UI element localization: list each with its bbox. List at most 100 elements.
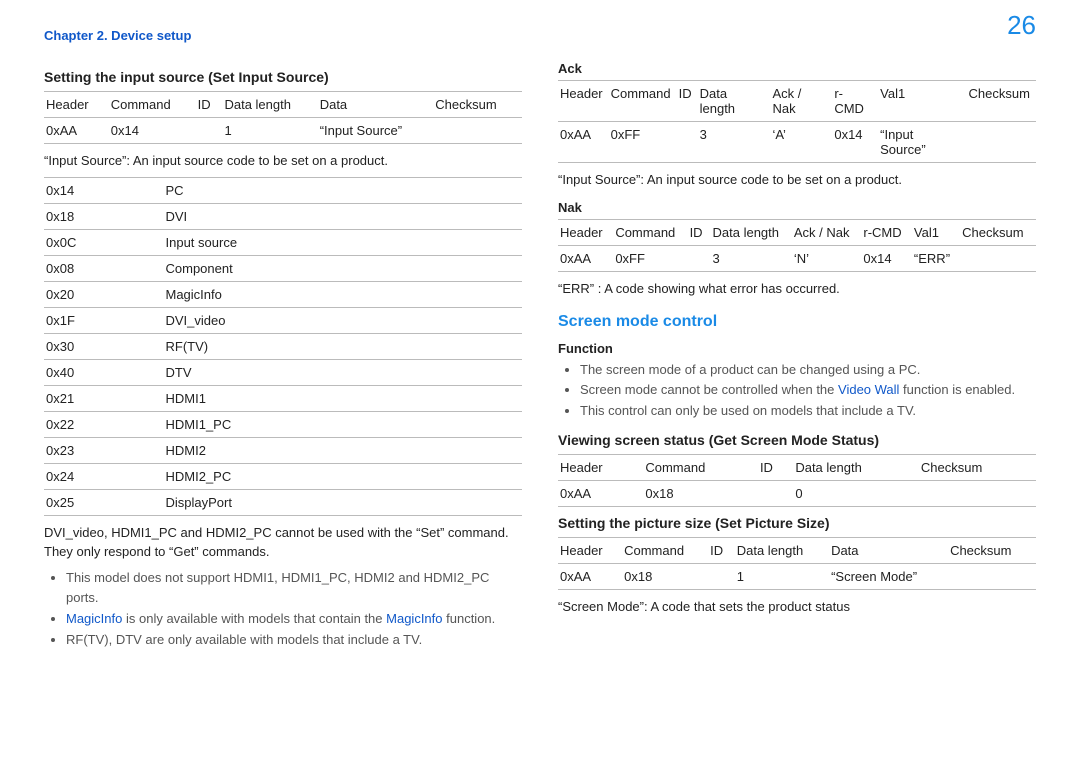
screen-mode-control-title: Screen mode control: [558, 313, 1036, 331]
magicinfo-link[interactable]: MagicInfo: [66, 611, 122, 626]
td: “Input Source”: [318, 118, 434, 144]
th: Checksum: [960, 219, 1036, 245]
note-text: “Screen Mode”: A code that sets the prod…: [558, 598, 1036, 617]
note-text: “Input Source”: An input source code to …: [44, 152, 522, 171]
text: is only available with models that conta…: [122, 611, 386, 626]
th: Val1: [912, 219, 960, 245]
page: 26 Chapter 2. Device setup Setting the i…: [0, 0, 1080, 763]
td: 0: [793, 481, 919, 507]
th: Data length: [711, 219, 792, 245]
get-screen-mode-table: Header Command ID Data length Checksum 0…: [558, 454, 1036, 507]
td: [433, 118, 522, 144]
th: ID: [758, 455, 793, 481]
note-text: “Input Source”: An input source code to …: [558, 171, 1036, 190]
code-label: MagicInfo: [164, 281, 523, 307]
th: r-CMD: [861, 219, 912, 245]
td: [688, 245, 711, 271]
th: Header: [558, 455, 643, 481]
td: [758, 481, 793, 507]
code-label: HDMI2: [164, 437, 523, 463]
td: [919, 481, 1036, 507]
td: 3: [711, 245, 792, 271]
section-title: Setting the picture size (Set Picture Si…: [558, 515, 1036, 531]
code-label: DVI: [164, 203, 523, 229]
td: [196, 118, 223, 144]
th: Checksum: [948, 538, 1036, 564]
td: 1: [222, 118, 317, 144]
list-item: This model does not support HDMI1, HDMI1…: [66, 568, 522, 610]
code-value: 0x23: [44, 437, 164, 463]
video-wall-link[interactable]: Video Wall: [838, 382, 899, 397]
set-picture-size-table: Header Command ID Data length Data Check…: [558, 537, 1036, 590]
th: Ack / Nak: [792, 219, 862, 245]
list-item: Screen mode cannot be controlled when th…: [580, 380, 1036, 401]
note-text: DVI_video, HDMI1_PC and HDMI2_PC cannot …: [44, 524, 522, 562]
th: Header: [558, 219, 613, 245]
input-source-codes-table: 0x14PC0x18DVI0x0CInput source0x08Compone…: [44, 177, 522, 516]
td: 0x14: [861, 245, 912, 271]
td: 1: [735, 564, 829, 590]
text: function.: [443, 611, 496, 626]
td: [677, 122, 698, 163]
td: 0x14: [832, 122, 878, 163]
td: 0xFF: [609, 122, 677, 163]
td: 0xAA: [558, 122, 609, 163]
th: Ack / Nak: [770, 81, 832, 122]
code-label: DVI_video: [164, 307, 523, 333]
code-label: PC: [164, 177, 523, 203]
th: Val1: [878, 81, 966, 122]
td: 3: [698, 122, 771, 163]
text: function is enabled.: [899, 382, 1015, 397]
code-value: 0x30: [44, 333, 164, 359]
code-value: 0x25: [44, 489, 164, 515]
td: 0xAA: [558, 564, 622, 590]
list-item: This control can only be used on models …: [580, 401, 1036, 422]
th: Command: [609, 81, 677, 122]
magicinfo-link[interactable]: MagicInfo: [386, 611, 442, 626]
code-value: 0x08: [44, 255, 164, 281]
th: Checksum: [919, 455, 1036, 481]
code-value: 0x14: [44, 177, 164, 203]
code-label: DisplayPort: [164, 489, 523, 515]
td: [960, 245, 1036, 271]
list-item: The screen mode of a product can be chan…: [580, 360, 1036, 381]
code-label: DTV: [164, 359, 523, 385]
two-column-layout: Setting the input source (Set Input Sour…: [44, 61, 1036, 661]
td: [967, 122, 1036, 163]
code-label: RF(TV): [164, 333, 523, 359]
breadcrumb: Chapter 2. Device setup: [44, 28, 1036, 43]
th: Checksum: [433, 92, 522, 118]
th: Command: [613, 219, 687, 245]
th: Header: [558, 81, 609, 122]
th: r-CMD: [832, 81, 878, 122]
th: ID: [677, 81, 698, 122]
bullet-list: This model does not support HDMI1, HDMI1…: [44, 568, 522, 651]
td: 0x18: [622, 564, 708, 590]
code-value: 0x20: [44, 281, 164, 307]
th: Data length: [793, 455, 919, 481]
list-item: RF(TV), DTV are only available with mode…: [66, 630, 522, 651]
td: 0xAA: [44, 118, 109, 144]
code-value: 0x24: [44, 463, 164, 489]
th: Data length: [735, 538, 829, 564]
nak-table: Header Command ID Data length Ack / Nak …: [558, 219, 1036, 272]
nak-title: Nak: [558, 200, 1036, 215]
th: ID: [688, 219, 711, 245]
th: Header: [44, 92, 109, 118]
code-label: HDMI1: [164, 385, 523, 411]
code-label: HDMI1_PC: [164, 411, 523, 437]
right-column: Ack Header Command ID Data length Ack / …: [558, 61, 1036, 661]
td: “ERR”: [912, 245, 960, 271]
th: Command: [109, 92, 196, 118]
code-value: 0x0C: [44, 229, 164, 255]
note-text: “ERR” : A code showing what error has oc…: [558, 280, 1036, 299]
td: 0xAA: [558, 245, 613, 271]
th: ID: [196, 92, 223, 118]
text: Screen mode cannot be controlled when th…: [580, 382, 838, 397]
th: Data: [318, 92, 434, 118]
code-value: 0x22: [44, 411, 164, 437]
ack-title: Ack: [558, 61, 1036, 76]
section-title: Setting the input source (Set Input Sour…: [44, 69, 522, 85]
th: Command: [622, 538, 708, 564]
code-label: HDMI2_PC: [164, 463, 523, 489]
